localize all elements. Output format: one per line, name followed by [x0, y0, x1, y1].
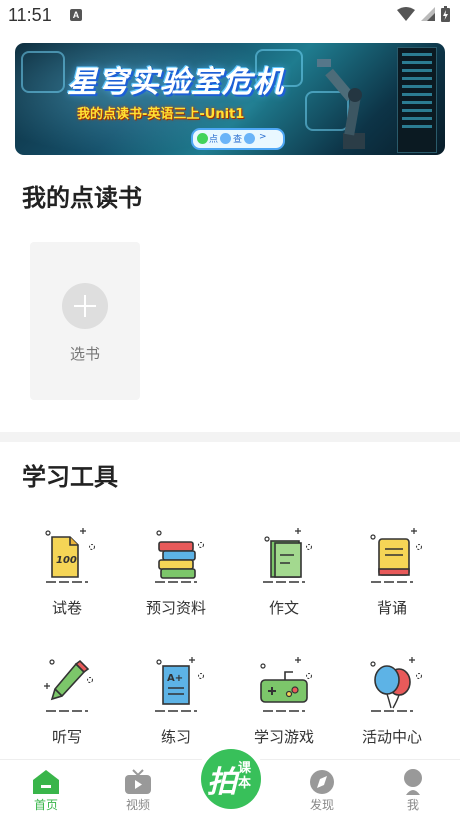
tool-dictation[interactable]: 听写 [12, 654, 122, 754]
green-dot-icon [197, 133, 208, 144]
scan-big-label: 拍 [207, 765, 237, 800]
compass-icon [310, 770, 334, 794]
nav-me-label: 我 [406, 798, 419, 812]
gamepad-icon [260, 657, 312, 712]
tool-dictation-label: 听写 [51, 728, 82, 746]
plus-icon [62, 283, 108, 329]
banner-decoration [21, 51, 65, 93]
notification-icon: A [70, 9, 82, 21]
nav-discover[interactable]: 发现 [287, 760, 357, 820]
pill-arrow-icon: > [259, 132, 267, 142]
status-bar: 11:51 A [0, 0, 460, 32]
svg-text:100: 100 [56, 555, 77, 566]
blue-dot-icon [244, 133, 255, 144]
scan-textbook-button[interactable]: 拍 课本 [196, 744, 266, 814]
tool-recite[interactable]: 背诵 [337, 525, 447, 625]
practice-paper-icon: A+ [155, 657, 204, 712]
tool-essay-label: 作文 [268, 599, 299, 617]
status-icons [397, 6, 450, 22]
pencil-icon [44, 659, 93, 712]
nav-home-label: 首页 [33, 798, 58, 812]
tool-preview[interactable]: 预习资料 [121, 525, 231, 625]
scan-small-label: 课本 [238, 761, 252, 791]
battery-icon [441, 6, 450, 22]
tool-recite-label: 背诵 [376, 599, 407, 617]
tool-practice-label: 练习 [160, 728, 191, 746]
select-book-label: 选书 [69, 345, 100, 363]
pill-right-label: 查 [233, 135, 243, 145]
my-books-title: 我的点读书 [22, 184, 142, 212]
recite-book-icon [370, 528, 422, 583]
tool-activity[interactable]: 活动中心 [337, 654, 447, 754]
section-divider [0, 432, 460, 442]
banner-subtitle: 我的点读书-英语三上-Unit1 [77, 107, 245, 122]
tool-preview-label: 预习资料 [145, 599, 206, 617]
tools-title: 学习工具 [22, 463, 118, 491]
banner-pill: 点 查 > [191, 128, 285, 150]
book-stack-icon [155, 530, 204, 583]
tool-essay[interactable]: 作文 [229, 525, 339, 625]
blue-dot-icon [220, 133, 231, 144]
status-time: 11:51 [8, 5, 52, 25]
server-rack [397, 47, 437, 153]
banner-title: 星穹实验室危机 [67, 65, 284, 100]
nav-me[interactable]: 我 [378, 760, 448, 820]
home-icon [33, 770, 59, 794]
profile-icon [404, 769, 422, 795]
balloons-icon [370, 657, 422, 712]
signal-icon [421, 7, 435, 21]
tool-exam-label: 试卷 [51, 599, 82, 617]
tool-activity-label: 活动中心 [361, 728, 422, 746]
exam-paper-icon: 100 [45, 528, 95, 583]
tool-exam[interactable]: 100 试卷 [12, 525, 122, 625]
tool-game-label: 学习游戏 [253, 728, 314, 746]
promo-banner[interactable]: 星穹实验室危机 我的点读书-英语三上-Unit1 点 查 > [15, 43, 445, 155]
robot-arm-icon [317, 59, 365, 149]
scan-textbook-badge: 拍 课本 [201, 749, 261, 809]
select-book-button[interactable]: 选书 [30, 242, 140, 400]
tool-game[interactable]: 学习游戏 [229, 654, 339, 754]
tv-icon [125, 769, 151, 794]
wifi-icon [397, 7, 415, 21]
nav-home[interactable]: 首页 [11, 760, 81, 820]
tool-practice[interactable]: A+ 练习 [121, 654, 231, 754]
nav-discover-label: 发现 [309, 798, 334, 812]
nav-video[interactable]: 视频 [103, 760, 173, 820]
notebook-icon [263, 528, 312, 583]
svg-text:A+: A+ [167, 673, 183, 684]
nav-video-label: 视频 [125, 798, 150, 812]
pill-left-label: 点 [209, 135, 219, 145]
